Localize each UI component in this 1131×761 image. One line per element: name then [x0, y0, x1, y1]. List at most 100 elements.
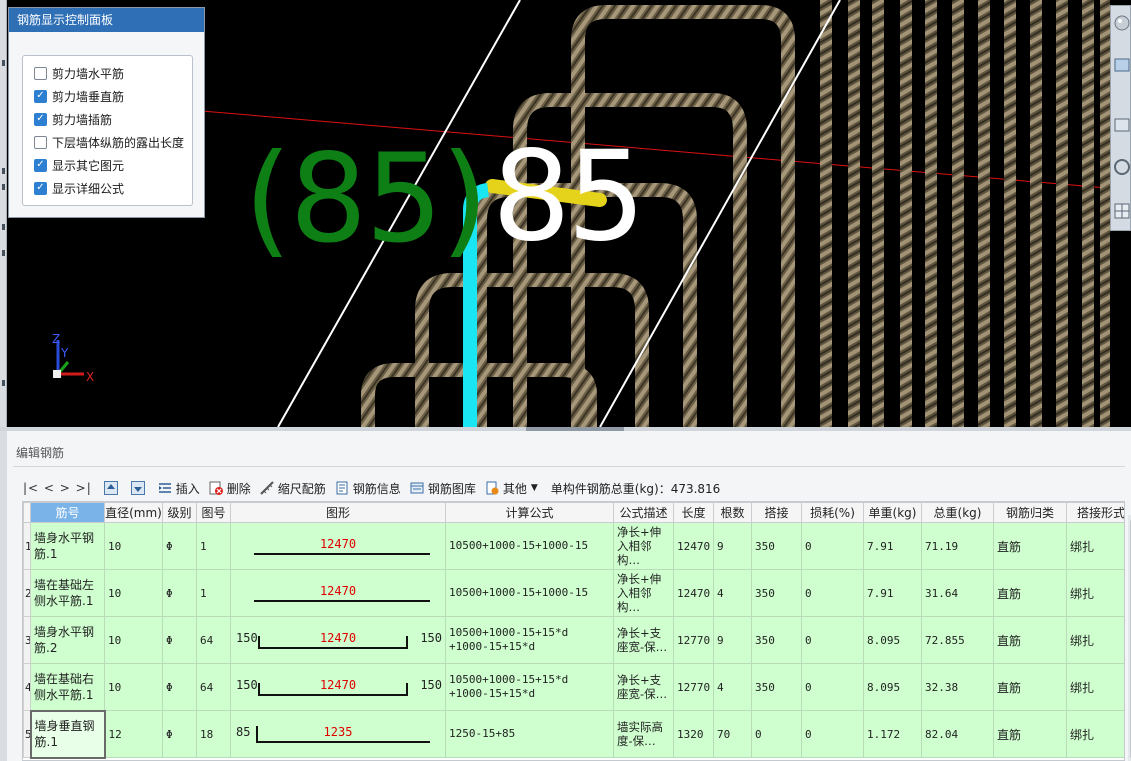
cell-bar-name[interactable]: 墙在基础左侧水平筋.1 — [30, 569, 105, 617]
cell-category[interactable]: 直筋 — [993, 522, 1067, 570]
cell-total-weight[interactable]: 82.04 — [921, 710, 994, 758]
insert-button[interactable]: 插入 — [158, 480, 200, 497]
checkbox-unchecked-icon[interactable] — [34, 135, 47, 149]
cell-total-weight[interactable]: 72.855 — [921, 616, 994, 664]
cell-formula-desc[interactable]: 净长+伸入相邻构… — [613, 569, 674, 617]
cell-grade[interactable]: Φ — [162, 616, 197, 664]
cell-length[interactable]: 12770 — [673, 663, 714, 711]
option-shear-wall-vertical[interactable]: ✓ 剪力墙垂直筋 — [34, 87, 124, 105]
cell-diameter[interactable]: 10 — [104, 569, 163, 617]
col-header-lap[interactable]: 搭接 — [751, 502, 802, 523]
rebar-library-button[interactable]: 钢筋图库 — [410, 480, 476, 497]
cell-lap[interactable]: 350 — [751, 569, 802, 617]
cell-figure-no[interactable]: 1 — [196, 522, 231, 570]
cell-formula-desc[interactable]: 墙实际高度-保… — [613, 710, 674, 758]
cell-count[interactable]: 70 — [713, 710, 752, 758]
cell-figure-no[interactable]: 64 — [196, 616, 231, 664]
col-header-shape[interactable]: 图形 — [230, 502, 446, 523]
cell-loss[interactable]: 0 — [801, 663, 864, 711]
scale-config-button[interactable]: 缩尺配筋 — [260, 480, 326, 497]
cell-length[interactable]: 12770 — [673, 616, 714, 664]
col-header-bar-number[interactable]: 筋号 — [30, 502, 105, 523]
cell-shape[interactable]: 12470 — [230, 569, 446, 617]
cell-figure-no[interactable]: 18 — [196, 710, 231, 758]
cell-unit-weight[interactable]: 7.91 — [863, 522, 922, 570]
cell-count[interactable]: 9 — [713, 616, 752, 664]
cell-figure-no[interactable]: 1 — [196, 569, 231, 617]
table-row[interactable]: 4 墙在基础右侧水平筋.1 10 Φ 64 150 12470 150 1050… — [23, 663, 1124, 711]
cell-formula-desc[interactable]: 净长+支座宽-保… — [613, 616, 674, 664]
table-row[interactable]: 3 墙身水平钢筋.2 10 Φ 64 150 12470 150 10500+1… — [23, 616, 1124, 664]
cell-lap-type[interactable]: 绑扎 — [1066, 522, 1124, 570]
cell-lap[interactable]: 350 — [751, 663, 802, 711]
cell-lap-type[interactable]: 绑扎 — [1066, 569, 1124, 617]
cell-length[interactable]: 12470 — [673, 522, 714, 570]
cell-grade[interactable]: Φ — [162, 710, 197, 758]
other-menu-button[interactable]: 其他 ▼ — [485, 480, 538, 497]
cell-count[interactable]: 9 — [713, 522, 752, 570]
col-header-count[interactable]: 根数 — [713, 502, 752, 523]
cell-loss[interactable]: 0 — [801, 710, 864, 758]
col-header-category[interactable]: 钢筋归类 — [993, 502, 1067, 523]
cell-formula[interactable]: 10500+1000-15+1000-15 — [445, 569, 614, 617]
box-view-icon[interactable] — [1113, 114, 1130, 136]
table-row[interactable]: 2 墙在基础左侧水平筋.1 10 Φ 1 12470 10500+1000-15… — [23, 569, 1124, 617]
cell-diameter[interactable]: 12 — [104, 710, 163, 758]
cell-formula[interactable]: 10500+1000-15+15*d +1000-15+15*d — [445, 616, 614, 664]
col-header-unit-weight[interactable]: 单重(kg) — [863, 502, 922, 523]
grid-view-icon[interactable] — [1113, 200, 1130, 222]
cell-shape[interactable]: 85 1235 — [230, 710, 446, 758]
col-header-formula[interactable]: 计算公式 — [445, 502, 614, 523]
cell-bar-name[interactable]: 墙在基础右侧水平筋.1 — [30, 663, 105, 711]
option-show-other-elements[interactable]: ✓ 显示其它图元 — [34, 156, 124, 174]
cell-loss[interactable]: 0 — [801, 616, 864, 664]
cell-lap-type[interactable]: 绑扎 — [1066, 616, 1124, 664]
cell-count[interactable]: 4 — [713, 663, 752, 711]
delete-button[interactable]: 删除 — [209, 480, 251, 497]
cell-formula[interactable]: 10500+1000-15+1000-15 — [445, 522, 614, 570]
cell-length[interactable]: 1320 — [673, 710, 714, 758]
cell-category[interactable]: 直筋 — [993, 663, 1067, 711]
col-header-total-weight[interactable]: 总重(kg) — [921, 502, 994, 523]
cell-unit-weight[interactable]: 7.91 — [863, 569, 922, 617]
cell-total-weight[interactable]: 71.19 — [921, 522, 994, 570]
cell-diameter[interactable]: 10 — [104, 663, 163, 711]
cell-grade[interactable]: Φ — [162, 663, 197, 711]
cell-total-weight[interactable]: 32.38 — [921, 663, 994, 711]
cell-lap[interactable]: 350 — [751, 616, 802, 664]
checkbox-checked-icon[interactable]: ✓ — [34, 112, 47, 126]
rebar-info-button[interactable]: 钢筋信息 — [335, 480, 401, 497]
cell-lap[interactable]: 350 — [751, 522, 802, 570]
option-show-detailed-formula[interactable]: ✓ 显示详细公式 — [34, 179, 124, 197]
checkbox-unchecked-icon[interactable] — [34, 66, 47, 80]
cell-formula-desc[interactable]: 净长+支座宽-保… — [613, 663, 674, 711]
circle-view-icon[interactable] — [1113, 156, 1130, 178]
cell-formula-desc[interactable]: 净长+伸入相邻构… — [613, 522, 674, 570]
move-up-button[interactable] — [103, 481, 122, 495]
cell-grade[interactable]: Φ — [162, 569, 197, 617]
cell-length[interactable]: 12470 — [673, 569, 714, 617]
cell-formula[interactable]: 1250-15+85 — [445, 710, 614, 758]
cell-shape[interactable]: 150 12470 150 — [230, 616, 446, 664]
option-lower-wall-exposed-length[interactable]: 下层墙体纵筋的露出长度 — [34, 133, 184, 151]
record-navigation[interactable]: |< < > >| — [23, 481, 92, 495]
checkbox-checked-icon[interactable]: ✓ — [34, 181, 47, 195]
cell-diameter[interactable]: 10 — [104, 616, 163, 664]
cell-lap[interactable]: 0 — [751, 710, 802, 758]
checkbox-checked-icon[interactable]: ✓ — [34, 89, 47, 103]
col-header-loss[interactable]: 损耗(%) — [801, 502, 864, 523]
cell-unit-weight[interactable]: 1.172 — [863, 710, 922, 758]
rebar-3d-viewport[interactable]: (85) 85 Z Y X 钢筋显示控制面板 剪力墙水平筋 ✓ 剪力墙垂直筋 ✓ — [0, 0, 1131, 427]
orbit-icon[interactable] — [1113, 12, 1130, 34]
cell-shape[interactable]: 12470 — [230, 522, 446, 570]
table-row[interactable]: 5 墙身垂直钢筋.1 12 Φ 18 85 1235 1250-15+85 墙实… — [23, 709, 1124, 759]
cell-figure-no[interactable]: 64 — [196, 663, 231, 711]
cell-lap-type[interactable]: 绑扎 — [1066, 710, 1124, 758]
col-header-lap-type[interactable]: 搭接形式 — [1066, 502, 1124, 523]
cell-unit-weight[interactable]: 8.095 — [863, 616, 922, 664]
cell-category[interactable]: 直筋 — [993, 569, 1067, 617]
cell-bar-name[interactable]: 墙身水平钢筋.1 — [30, 522, 105, 570]
cell-grade[interactable]: Φ — [162, 522, 197, 570]
cell-diameter[interactable]: 10 — [104, 522, 163, 570]
cell-category[interactable]: 直筋 — [993, 616, 1067, 664]
